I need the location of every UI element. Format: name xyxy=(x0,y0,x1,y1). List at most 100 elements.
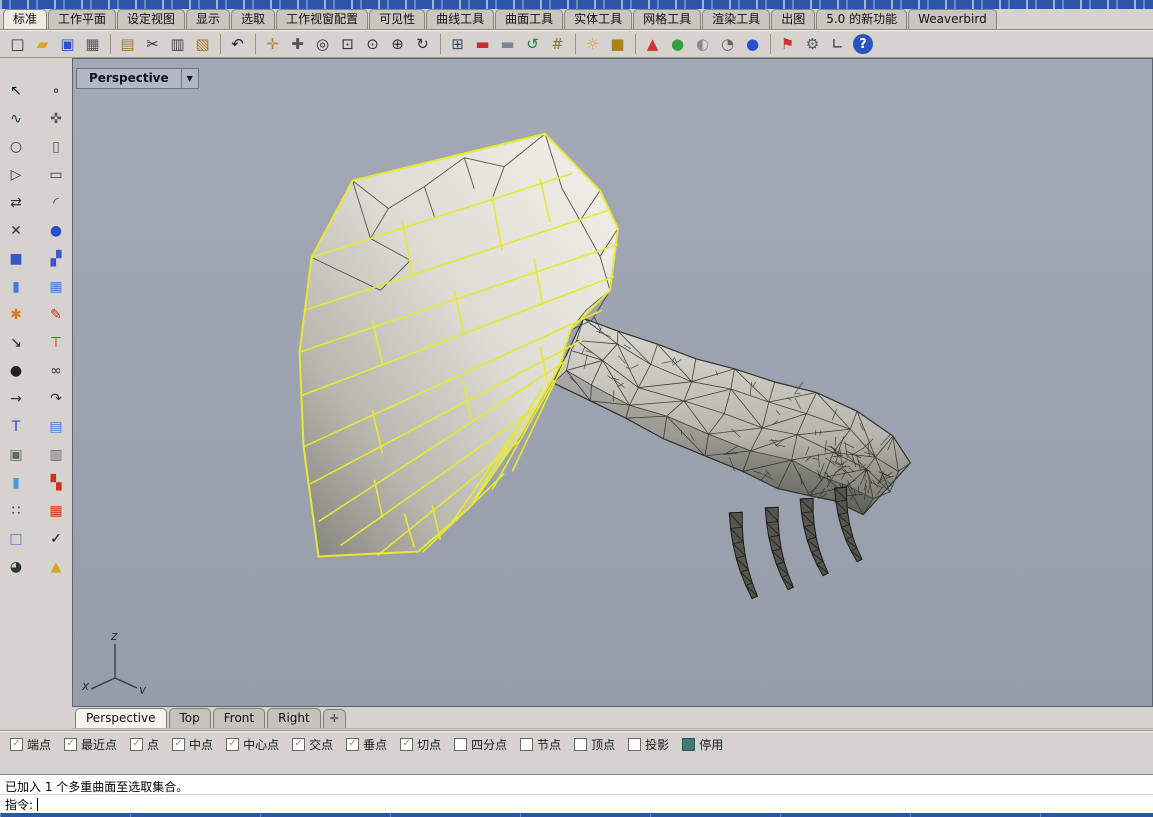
open-folder-icon[interactable]: ▰ xyxy=(30,32,55,56)
torus-tool-icon[interactable]: ∞ xyxy=(44,360,68,382)
ribbon-tab-12[interactable]: 出图 xyxy=(771,9,815,29)
properties-page-icon[interactable]: □ xyxy=(4,528,28,550)
cylinder-tool-icon[interactable]: ▮ xyxy=(4,276,28,298)
cplane-axes-icon[interactable]: ∟ xyxy=(825,32,850,56)
trim-tool-icon[interactable]: ✕ xyxy=(4,220,28,242)
viewport-tab-right[interactable]: Right xyxy=(267,708,321,728)
curve-handle-icon[interactable]: ↷ xyxy=(44,388,68,410)
save-icon[interactable]: ▣ xyxy=(55,32,80,56)
tube-tool-icon[interactable]: ▮ xyxy=(4,472,28,494)
viewport-title[interactable]: Perspective ▼ xyxy=(76,68,199,89)
menu-bar-cropped[interactable] xyxy=(0,0,1153,9)
block-grid-icon[interactable]: ▦ xyxy=(44,500,68,522)
rendered-sphere-icon[interactable]: ● xyxy=(740,32,765,56)
blob-tool-icon[interactable]: ● xyxy=(4,360,28,382)
viewport-tab-top[interactable]: Top xyxy=(169,708,211,728)
osnap-checkbox-1[interactable]: ✓ xyxy=(64,738,77,751)
osnap-item-6[interactable]: ✓垂点 xyxy=(346,736,387,753)
osnap-item-2[interactable]: ✓点 xyxy=(130,736,159,753)
ribbon-tab-9[interactable]: 实体工具 xyxy=(564,9,632,29)
box-tool-icon[interactable]: ■ xyxy=(4,248,28,270)
help-icon[interactable]: ? xyxy=(853,34,873,54)
osnap-item-9[interactable]: 节点 xyxy=(520,736,561,753)
osnap-item-5[interactable]: ✓交点 xyxy=(292,736,333,753)
direction-arrows-icon[interactable]: ⇄ xyxy=(4,192,28,214)
viewport-tab-front[interactable]: Front xyxy=(213,708,265,728)
ghosted-sphere-icon[interactable]: ◔ xyxy=(715,32,740,56)
render-sphere-icon[interactable]: ◕ xyxy=(4,556,28,578)
osnap-checkbox-9[interactable] xyxy=(520,738,533,751)
circle-tool-icon[interactable]: ○ xyxy=(4,136,28,158)
copy-icon[interactable]: ▥ xyxy=(165,32,190,56)
ribbon-tab-1[interactable]: 工作平面 xyxy=(48,9,116,29)
perspective-viewport[interactable]: Perspective ▼ z x y xyxy=(72,58,1153,707)
zoom-dynamic-icon[interactable]: ◎ xyxy=(310,32,335,56)
ribbon-tab-8[interactable]: 曲面工具 xyxy=(495,9,563,29)
ribbon-tab-4[interactable]: 选取 xyxy=(231,9,275,29)
ribbon-tab-10[interactable]: 网格工具 xyxy=(633,9,701,29)
lightbulb-icon[interactable]: ☼ xyxy=(580,32,605,56)
pipe-tool-icon[interactable]: ▯ xyxy=(44,136,68,158)
print-icon[interactable]: ▦ xyxy=(80,32,105,56)
osnap-checkbox-2[interactable]: ✓ xyxy=(130,738,143,751)
move-view-icon[interactable]: ✚ xyxy=(285,32,310,56)
ribbon-tab-13[interactable]: 5.0 的新功能 xyxy=(816,9,907,29)
osnap-item-0[interactable]: ✓端点 xyxy=(10,736,51,753)
osnap-checkbox-10[interactable] xyxy=(574,738,587,751)
tsquare-tool-icon[interactable]: ⊤ xyxy=(44,332,68,354)
boolean-tool-icon[interactable]: ▞ xyxy=(44,248,68,270)
spotlight-tool-icon[interactable]: ▲ xyxy=(44,556,68,578)
move-widget-icon[interactable]: ✜ xyxy=(44,108,68,130)
ribbon-tab-0[interactable]: 标准 xyxy=(3,9,47,29)
osnap-item-8[interactable]: 四分点 xyxy=(454,736,507,753)
select-arrow-icon[interactable]: ↖ xyxy=(4,80,28,102)
rectangle-tool-icon[interactable]: ▭ xyxy=(44,164,68,186)
xray-sphere-icon[interactable]: ◐ xyxy=(690,32,715,56)
ribbon-tab-2[interactable]: 设定视图 xyxy=(117,9,185,29)
ribbon-tab-3[interactable]: 显示 xyxy=(186,9,230,29)
grid-snap-icon[interactable]: # xyxy=(545,32,570,56)
add-viewport-tab-button[interactable]: ✛ xyxy=(323,709,346,728)
pan-hand-icon[interactable]: ✛ xyxy=(260,32,285,56)
osnap-checkbox-5[interactable]: ✓ xyxy=(292,738,305,751)
zoom-selected-icon[interactable]: ⊙ xyxy=(360,32,385,56)
undo-view-icon[interactable]: ↺ xyxy=(520,32,545,56)
osnap-checkbox-12[interactable] xyxy=(682,738,695,751)
viewport-title-dropdown[interactable]: ▼ xyxy=(182,68,199,89)
gray-vehicle-icon[interactable]: ▬ xyxy=(495,32,520,56)
ribbon-tab-7[interactable]: 曲线工具 xyxy=(426,9,494,29)
surface-grid-icon[interactable]: ▦ xyxy=(44,276,68,298)
osnap-checkbox-8[interactable] xyxy=(454,738,467,751)
material-checker-icon[interactable]: ▚ xyxy=(44,472,68,494)
gear-icon[interactable]: ⚙ xyxy=(800,32,825,56)
command-input-line[interactable]: 指令: xyxy=(0,794,1153,813)
ribbon-tab-14[interactable]: Weaverbird xyxy=(908,9,997,29)
osnap-item-3[interactable]: ✓中点 xyxy=(172,736,213,753)
copy-stack-icon[interactable]: ▥ xyxy=(44,444,68,466)
extend-curve-icon[interactable]: → xyxy=(4,388,28,410)
flag-icon[interactable]: ⚑ xyxy=(775,32,800,56)
offset-tool-icon[interactable]: ↘ xyxy=(4,332,28,354)
new-file-icon[interactable]: □ xyxy=(5,32,30,56)
viewport-tab-perspective[interactable]: Perspective xyxy=(75,708,167,728)
check-tool-icon[interactable]: ✓ xyxy=(44,528,68,550)
control-curve-icon[interactable]: ∿ xyxy=(4,108,28,130)
osnap-item-7[interactable]: ✓切点 xyxy=(400,736,441,753)
array-dots-icon[interactable]: ∷ xyxy=(4,500,28,522)
shaded-sphere-icon[interactable]: ● xyxy=(665,32,690,56)
ribbon-tab-5[interactable]: 工作视窗配置 xyxy=(276,9,368,29)
osnap-item-4[interactable]: ✓中心点 xyxy=(226,736,279,753)
sphere-tool-icon[interactable]: ● xyxy=(44,220,68,242)
pencil-tool-icon[interactable]: ✎ xyxy=(44,304,68,326)
single-point-icon[interactable]: ∘ xyxy=(44,80,68,102)
viewport-layout-icon[interactable]: ⊞ xyxy=(445,32,470,56)
cut-icon[interactable]: ✂ xyxy=(140,32,165,56)
undo-icon[interactable]: ↶ xyxy=(225,32,250,56)
paste-icon[interactable]: ▧ xyxy=(190,32,215,56)
polygon-tool-icon[interactable]: ▷ xyxy=(4,164,28,186)
osnap-checkbox-4[interactable]: ✓ xyxy=(226,738,239,751)
arc-tool-icon[interactable]: ◜ xyxy=(44,192,68,214)
osnap-item-11[interactable]: 投影 xyxy=(628,736,669,753)
ribbon-tab-6[interactable]: 可见性 xyxy=(369,9,425,29)
tools-cluster-icon[interactable]: ✱ xyxy=(4,304,28,326)
